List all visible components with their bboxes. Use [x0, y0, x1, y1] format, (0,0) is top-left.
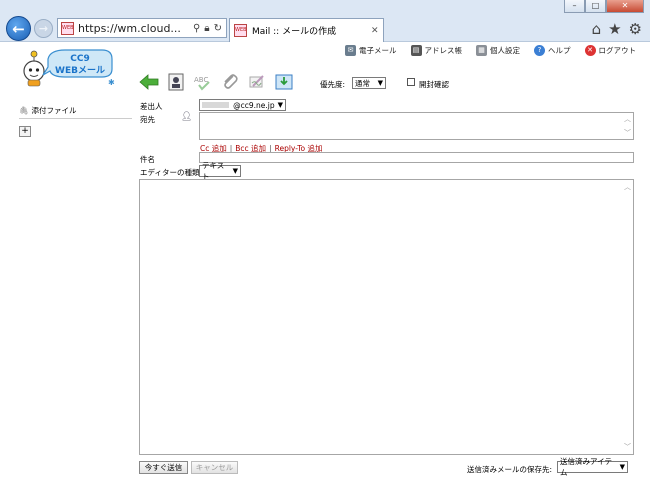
addressbook-icon: ▤ [410, 45, 422, 56]
signature-button[interactable] [246, 72, 268, 92]
green-back-arrow-icon [139, 74, 159, 90]
chevron-down-icon: ▼ [277, 101, 283, 109]
help-icon: ? [534, 45, 545, 56]
save-draft-button[interactable] [273, 72, 295, 92]
logo-bottom-text: WEBメール [55, 65, 105, 76]
editor-type-select[interactable]: テキスト ▼ [199, 161, 241, 181]
svg-text:ABC: ABC [194, 76, 208, 84]
back-to-mailbox-button[interactable] [138, 72, 160, 92]
toplink-logout-label: ログアウト [598, 46, 637, 55]
to-label: 宛先 [140, 115, 155, 124]
toplink-help-label: ヘルプ [548, 46, 571, 55]
webmail-logo[interactable]: CC9 WEBメール ✱ [20, 45, 115, 87]
addressbook-contact-icon [168, 73, 184, 91]
address-picker-icon[interactable]: 👤︎ [181, 112, 192, 122]
subject-input[interactable] [199, 152, 634, 163]
logout-icon: ✕ [584, 45, 596, 56]
settings-icon: ▦ [476, 45, 487, 56]
window-controls: – □ ✕ [564, 0, 644, 13]
priority-label: 優先度: [320, 80, 346, 89]
editor-type-label: エディターの種類 [140, 168, 200, 177]
logo-top-text: CC9 [70, 54, 89, 64]
from-select-value: @cc9.ne.jp [233, 100, 275, 110]
to-input[interactable]: ︿ ﹀ [199, 112, 634, 140]
priority-select-value: 通常 [355, 78, 370, 88]
from-label: 差出人 [140, 102, 163, 111]
save-sent-label: 送信済みメールの保存先: [467, 465, 553, 474]
attachments-label: 添付ファイル [31, 106, 77, 115]
favicon-icon: WEB [61, 21, 74, 35]
attachments-header: 🖇︎ 添付ファイル [19, 105, 132, 119]
sparkle-icon: ✱ [108, 78, 115, 87]
browser-chrome: – □ ✕ ← → WEB https://wm.cloud... ⚲ 🔒︎ ↻… [0, 0, 650, 42]
address-bar[interactable]: WEB https://wm.cloud... ⚲ 🔒︎ ↻ [57, 18, 227, 38]
address-lookup-button[interactable] [165, 72, 187, 92]
toplink-mail[interactable]: ✉ 電子メール [345, 45, 397, 56]
toplink-settings[interactable]: ▦ 個人設定 [476, 45, 520, 56]
from-select[interactable]: @cc9.ne.jp ▼ [199, 99, 286, 111]
scroll-up-icon[interactable]: ︿ [624, 182, 631, 192]
maximize-icon[interactable]: □ [585, 0, 606, 13]
scroll-up-icon[interactable]: ︿ [624, 114, 631, 124]
compose-toolbar: ABC [138, 72, 295, 92]
lock-icon[interactable]: 🔒︎ [204, 23, 209, 34]
toplink-settings-label: 個人設定 [490, 46, 520, 55]
toplink-addressbook-label: アドレス帳 [424, 46, 463, 55]
signature-icon [249, 75, 264, 88]
scroll-down-icon[interactable]: ﹀ [624, 128, 631, 138]
toplink-help[interactable]: ? ヘルプ [534, 45, 571, 56]
add-attachment-button[interactable]: + [19, 126, 31, 137]
spellcheck-button[interactable]: ABC [192, 72, 214, 92]
cancel-button[interactable]: キャンセル [191, 461, 238, 474]
save-sent-select-value: 送信済みアイテム [560, 457, 612, 477]
toplink-logout[interactable]: ✕ ログアウト [584, 45, 637, 56]
save-draft-icon [275, 74, 293, 90]
scroll-down-icon[interactable]: ﹀ [624, 442, 631, 452]
send-now-button[interactable]: 今すぐ送信 [139, 461, 188, 474]
priority-select[interactable]: 通常 ▼ [352, 77, 386, 89]
subject-label: 件名 [140, 155, 155, 164]
message-body-textarea[interactable]: ︿ ﹀ [139, 179, 634, 455]
back-arrow-icon[interactable]: ← [6, 16, 31, 41]
save-sent-select[interactable]: 送信済みアイテム ▼ [557, 457, 628, 477]
close-icon[interactable]: ✕ [606, 0, 644, 13]
minimize-icon[interactable]: – [564, 0, 585, 13]
tab-favicon-icon: WEB [234, 24, 247, 37]
paperclip-icon: 🖇︎ [19, 106, 29, 115]
forward-arrow-icon[interactable]: → [34, 19, 53, 38]
paperclip-icon [224, 74, 238, 89]
refresh-icon[interactable]: ↻ [214, 23, 222, 34]
chevron-down-icon: ▼ [232, 167, 238, 175]
chevron-down-icon: ▼ [619, 463, 625, 471]
tab-close-icon[interactable]: ✕ [371, 26, 383, 36]
chrome-icons: ⌂ ★ ⚙ [592, 20, 642, 38]
home-icon[interactable]: ⌂ [592, 20, 602, 38]
mail-icon: ✉ [345, 45, 356, 56]
tab-title: Mail :: メールの作成 [252, 27, 337, 37]
toplink-addressbook[interactable]: ▤ アドレス帳 [410, 45, 463, 56]
address-url[interactable]: https://wm.cloud... [78, 22, 193, 35]
read-receipt-checkbox[interactable] [407, 78, 415, 86]
top-navigation: ✉ 電子メール ▤ アドレス帳 ▦ 個人設定 ? ヘルプ ✕ ログアウト [345, 45, 636, 56]
attach-file-button[interactable] [219, 72, 241, 92]
spellcheck-icon: ABC [194, 76, 210, 91]
browser-tab[interactable]: WEB Mail :: メールの作成 ✕ [229, 18, 384, 42]
gear-icon[interactable]: ⚙ [629, 20, 642, 38]
toplink-mail-label: 電子メール [359, 46, 397, 55]
search-icon[interactable]: ⚲ [193, 23, 200, 34]
redacted-username [202, 102, 230, 108]
read-receipt-label: 開封確認 [419, 80, 449, 89]
favorites-star-icon[interactable]: ★ [608, 20, 621, 38]
chevron-down-icon: ▼ [377, 79, 383, 87]
